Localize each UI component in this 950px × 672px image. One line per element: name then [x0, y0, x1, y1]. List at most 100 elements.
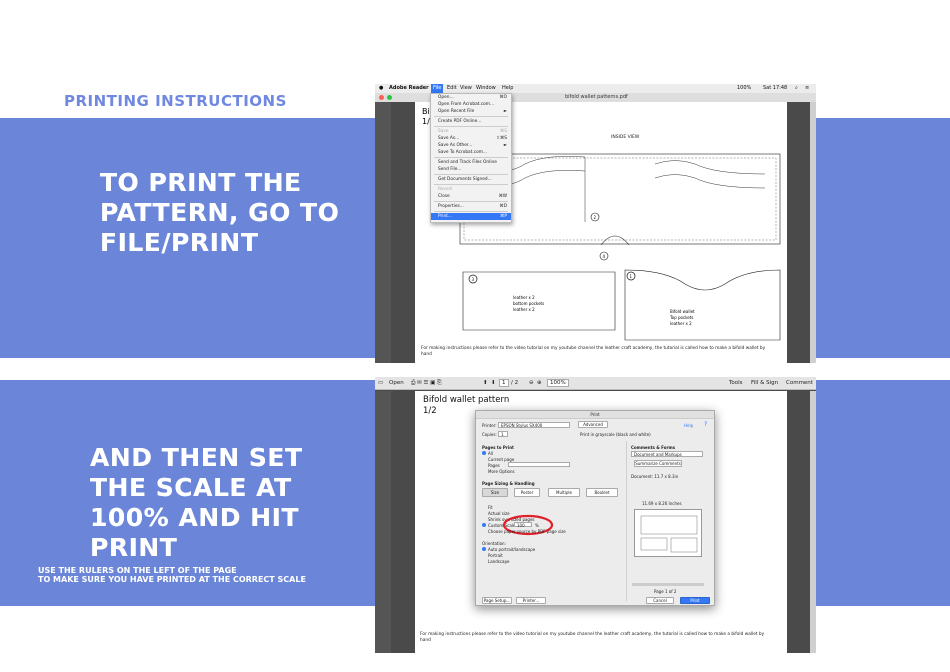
page-input[interactable]: 1: [499, 379, 509, 387]
menu-item-label: Properties...: [438, 204, 464, 209]
menu-item-shortcut: ⇧⌘S: [496, 136, 507, 141]
preview-drawing: [640, 515, 698, 553]
summarize-button[interactable]: Summarize Comments: [634, 460, 682, 467]
reader-toolbar: ▭ Open ⎙ ✉ ☰ ▣ ⎘ ⬆ ⬇ 1 / 2 ⊖ ⊕ 100% Tool…: [375, 377, 816, 390]
menu-item-save-to-acrobat-com[interactable]: Save To Acrobat.com...: [431, 149, 511, 156]
radio-custom-scale[interactable]: [482, 523, 486, 527]
menu-file[interactable]: File: [431, 84, 444, 93]
pages-more[interactable]: More Options: [488, 469, 515, 474]
menu-item-open-from-acrobat-com[interactable]: Open From Acrobat.com...: [431, 101, 511, 108]
tab-booklet[interactable]: Booklet: [586, 488, 618, 497]
next-page-icon[interactable]: ⬇: [491, 377, 496, 390]
menu-item-save[interactable]: Save ⌘S: [431, 128, 511, 135]
app-name[interactable]: Adobe Reader: [389, 84, 429, 93]
tip-line-2: to make sure you have printed at the cor…: [38, 575, 306, 584]
br-text-3: leather x 2: [670, 321, 692, 326]
printer-label: Printer:: [482, 423, 497, 428]
menu-item-shortcut: ►: [503, 109, 507, 114]
copies-input[interactable]: 1: [498, 431, 508, 437]
zoom-out-icon[interactable]: ⊖: [529, 377, 534, 390]
radio-auto-orientation[interactable]: [482, 547, 486, 551]
inside-view-label: INSIDE VIEW: [611, 134, 640, 140]
print-button[interactable]: Print: [680, 597, 710, 604]
scrollbar[interactable]: [810, 391, 816, 653]
fit-option[interactable]: Fit: [488, 505, 493, 510]
menu-item-save-as[interactable]: Save As... ⇧⌘S: [431, 135, 511, 142]
printer-button[interactable]: Printer...: [516, 597, 546, 604]
open-button[interactable]: Open: [389, 377, 404, 390]
menu-item-properties[interactable]: Properties... ⌘D: [431, 203, 511, 210]
menu-item-save-as-other[interactable]: Save As Other... ►: [431, 142, 511, 149]
menu-item-open[interactable]: Open... ⌘O: [431, 94, 511, 101]
orientation-auto: Auto portrait/landscape: [488, 547, 536, 552]
menu-item-send-file[interactable]: Send File...: [431, 166, 511, 173]
grayscale-checkbox[interactable]: Print in grayscale (black and white): [580, 432, 651, 437]
menu-window[interactable]: Window: [476, 84, 496, 93]
tab-size[interactable]: Size: [482, 488, 508, 497]
menu-item-shortcut: ⌘D: [499, 204, 507, 209]
list-icon[interactable]: ≡: [805, 84, 809, 93]
zoom-icon[interactable]: [387, 95, 392, 100]
pages-pages[interactable]: Pages: [488, 463, 500, 468]
orientation-portrait[interactable]: Portrait: [488, 553, 503, 558]
file-menu-dropdown[interactable]: Open... ⌘O Open From Acrobat.com... Open Re…: [430, 93, 512, 223]
cancel-button[interactable]: Cancel: [646, 597, 674, 604]
fill-sign-button[interactable]: Fill & Sign: [751, 377, 778, 390]
menu-item-label: Revert: [438, 187, 453, 192]
menu-edit[interactable]: Edit: [447, 84, 457, 93]
menu-item-shortcut: ⌘O: [499, 95, 507, 100]
help-link[interactable]: Help: [684, 423, 693, 428]
pocket-curve-right-1: [654, 160, 766, 175]
folder-icon[interactable]: ▭: [378, 377, 383, 390]
advanced-button[interactable]: Advanced: [578, 421, 608, 428]
menu-separator: [434, 125, 508, 127]
printer-select[interactable]: EPSON Stylus SX400: [498, 422, 570, 428]
pages-range-input[interactable]: [508, 462, 570, 467]
search-icon[interactable]: ⌕: [795, 84, 798, 93]
menu-item-revert[interactable]: Revert: [431, 186, 511, 193]
toolbar-icons: ⎙ ✉ ☰ ▣ ⎘: [411, 380, 442, 386]
menu-separator: [434, 200, 508, 202]
page-setup-button[interactable]: Page Setup...: [482, 597, 512, 604]
clock: Sat 17:48: [763, 85, 788, 91]
battery-level: 100%: [737, 85, 752, 91]
comments-select[interactable]: Document and Markups: [631, 451, 703, 457]
preview-slider[interactable]: [632, 583, 704, 586]
tab-poster[interactable]: Poster: [514, 488, 540, 497]
tip-text: Use the rulers on the left of the page t…: [38, 566, 306, 584]
zoom-in-icon[interactable]: ⊕: [537, 377, 542, 390]
paper-source-option[interactable]: Choose paper source by PDF page size: [488, 529, 566, 534]
pdf-title: Bifold wallet pattern: [423, 395, 510, 405]
sidebar: [375, 102, 391, 363]
menu-help[interactable]: Help: [502, 84, 513, 93]
tools-button[interactable]: Tools: [729, 377, 743, 390]
menu-item-shortcut: ⌘P: [500, 214, 507, 219]
help-icon[interactable]: ?: [704, 421, 707, 428]
menu-item-label: Save: [438, 129, 449, 134]
zoom-input[interactable]: 100%: [547, 379, 569, 387]
menu-item-print[interactable]: Print... ⌘P: [431, 213, 511, 220]
menu-item-shortcut: ►: [503, 143, 507, 148]
menu-item-label: Create PDF Online...: [438, 119, 482, 124]
close-icon[interactable]: [379, 95, 384, 100]
radio-all[interactable]: [482, 451, 486, 455]
menu-item-get-documents-signed[interactable]: Get Documents Signed...: [431, 176, 511, 183]
menu-separator: [434, 173, 508, 175]
prev-page-icon[interactable]: ⬆: [483, 377, 488, 390]
tab-multiple[interactable]: Multiple: [548, 488, 580, 497]
menu-item-close[interactable]: Close ⌘W: [431, 193, 511, 200]
scrollbar[interactable]: [810, 102, 816, 363]
menu-item-label: Close: [438, 194, 450, 199]
menu-item-label: Save As...: [438, 136, 460, 141]
menu-item-send-and-track-files-online[interactable]: Send and Track Files Online: [431, 159, 511, 166]
apple-icon[interactable]: ●: [379, 84, 383, 93]
orientation-landscape[interactable]: Landscape: [488, 559, 510, 564]
menu-view[interactable]: View: [460, 84, 472, 93]
pdf-page-number: 1/2: [423, 406, 437, 416]
comment-button[interactable]: Comment: [786, 377, 813, 390]
menu-item-open-recent-file[interactable]: Open Recent File ►: [431, 108, 511, 115]
menu-item-create-pdf-online[interactable]: Create PDF Online...: [431, 118, 511, 125]
comments-heading: Comments & Forms: [631, 445, 675, 450]
menu-item-label: Save As Other...: [438, 143, 473, 148]
print-preview: [634, 509, 702, 557]
